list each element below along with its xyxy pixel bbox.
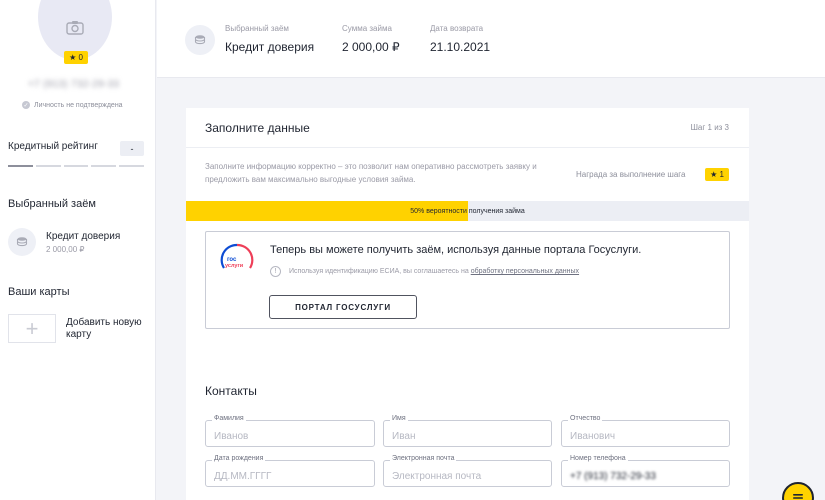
progress-text: 50% вероятности получения займа [410, 207, 525, 215]
chat-icon [793, 494, 803, 499]
sidebar: ★ 0 +7 (913) 732-29-33 ✓ Личность не под… [0, 0, 156, 500]
summary-sum-label: Сумма займа [342, 24, 392, 33]
plus-icon: + [8, 314, 56, 343]
gosuslugi-logo-icon: гос услуги [220, 243, 254, 269]
gosuslugi-panel: гос услуги Теперь вы можете получить заё… [205, 231, 730, 329]
email-field[interactable]: Электронная почта [383, 455, 552, 487]
form-hint: Заполните информацию корректно – это поз… [205, 162, 537, 184]
email-input[interactable] [384, 461, 551, 486]
stars-badge: ★ 0 [64, 51, 88, 64]
step-indicator: Шаг 1 из 3 [690, 123, 729, 132]
last-name-field[interactable]: Фамилия [205, 415, 375, 447]
loan-summary-bar: Выбранный заём Кредит доверия Сумма займ… [157, 0, 825, 78]
rating-segment [63, 165, 89, 167]
check-icon: ✓ [22, 101, 30, 109]
user-phone: +7 (913) 732-29-33 [28, 79, 120, 90]
camera-icon [66, 20, 84, 35]
gosuslugi-note: ! Используя идентификацию ЕСИА, вы согла… [270, 266, 579, 277]
approval-progress-bar: 50% вероятности получения займа [186, 201, 749, 221]
rating-segment [35, 165, 61, 167]
summary-return-label: Дата возврата [430, 24, 484, 33]
summary-sum: Сумма займа 2 000,00 ₽ [342, 24, 400, 54]
patronymic-input[interactable] [562, 421, 729, 446]
coins-icon [185, 25, 215, 55]
rating-segment [91, 165, 117, 167]
reward-label: Награда за выполнение шага [576, 170, 686, 179]
chat-button[interactable] [782, 482, 814, 500]
coins-icon [8, 228, 36, 256]
selected-loan-sum: 2 000,00 ₽ [46, 245, 85, 254]
contacts-title: Контакты [205, 384, 257, 398]
summary-return-date: Дата возврата 21.10.2021 [430, 24, 490, 54]
selected-loan-item[interactable]: Кредит доверия 2 000,00 ₽ [8, 228, 120, 256]
credit-rating-value: - [120, 141, 144, 156]
cards-title: Ваши карты [8, 286, 70, 298]
birth-date-field[interactable]: Дата рождения [205, 455, 375, 487]
first-name-input[interactable] [384, 421, 551, 446]
credit-rating-bar [8, 165, 144, 167]
gosuslugi-title: Теперь вы можете получить заём, использу… [270, 244, 642, 256]
phone-field[interactable]: Номер телефона [561, 455, 730, 487]
warning-icon: ! [270, 266, 281, 277]
add-card-label: Добавить новую карту [66, 316, 142, 340]
last-name-input[interactable] [206, 421, 374, 446]
page-title: Заполните данные [205, 121, 310, 135]
summary-sum-value: 2 000,00 ₽ [342, 40, 400, 54]
gosuslugi-note-text: Используя идентификацию ЕСИА, вы соглаша… [289, 268, 469, 275]
identity-status-label: Личность не подтверждена [34, 101, 123, 109]
gosuslugi-logo-bottom: услуги [225, 263, 243, 269]
birth-date-input[interactable] [206, 461, 374, 486]
application-form-card: Заполните данные Шаг 1 из 3 Заполните ин… [186, 108, 749, 500]
first-name-field[interactable]: Имя [383, 415, 552, 447]
patronymic-field[interactable]: Отчество [561, 415, 730, 447]
summary-loan: Выбранный заём Кредит доверия [225, 24, 314, 54]
gosuslugi-portal-button[interactable]: ПОРТАЛ ГОСУСЛУГИ [269, 295, 417, 319]
personal-data-link[interactable]: обработку персональных данных [471, 268, 579, 275]
summary-loan-value: Кредит доверия [225, 40, 315, 54]
reward-badge: ★ 1 [705, 168, 729, 181]
summary-return-value: 21.10.2021 [430, 40, 491, 54]
phone-input[interactable] [562, 461, 729, 486]
rating-segment [8, 165, 33, 167]
credit-rating-label: Кредитный рейтинг [8, 141, 98, 152]
rating-segment [119, 165, 144, 167]
add-card-button[interactable]: + Добавить новую карту [8, 314, 150, 343]
identity-status: ✓ Личность не подтверждена [22, 101, 123, 109]
card-header: Заполните данные Шаг 1 из 3 [186, 108, 749, 148]
selected-loan-title: Выбранный заём [8, 198, 96, 210]
selected-loan-name: Кредит доверия [46, 231, 121, 242]
summary-loan-label: Выбранный заём [225, 24, 289, 33]
